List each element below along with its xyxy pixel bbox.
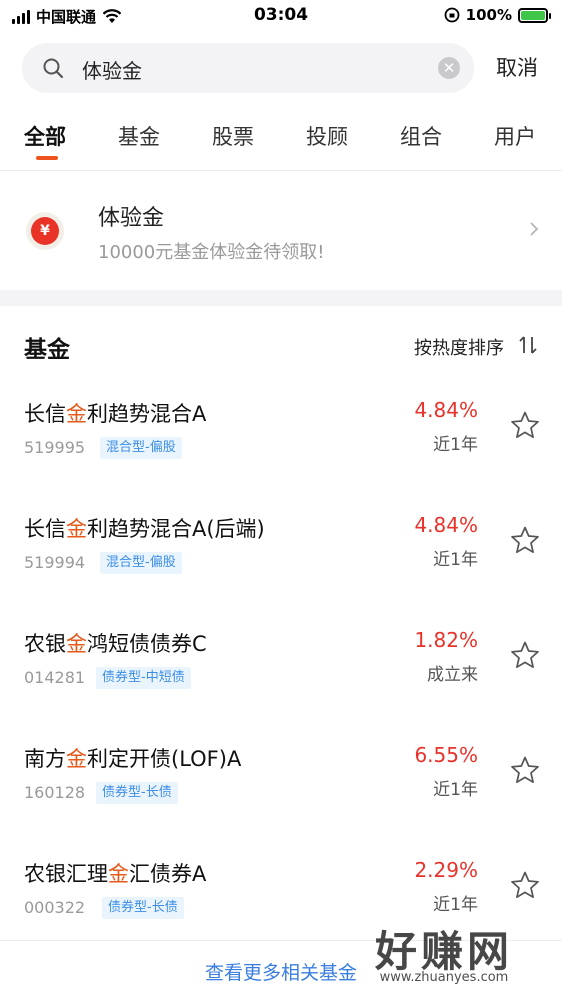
fund-row[interactable]: 南方金利定开债(LOF)A 160128 债券型-长债 6.55% 近1年 [0, 737, 562, 852]
clear-icon[interactable]: ✕ [438, 57, 460, 79]
star-icon[interactable] [510, 870, 540, 900]
fund-name: 农银金鸿短债债券C [24, 632, 207, 656]
fund-name: 农银汇理金汇债券A [24, 862, 207, 886]
fund-row[interactable]: 农银金鸿短债债券C 014281 债券型-中短债 1.82% 成立来 [0, 622, 562, 737]
tabs-divider [0, 170, 562, 171]
star-icon[interactable] [510, 640, 540, 670]
return-period: 近1年 [433, 780, 478, 800]
search-icon [43, 58, 64, 79]
fund-code: 519994 [24, 553, 86, 572]
tab-stocks[interactable]: 股票 [212, 121, 254, 151]
star-icon[interactable] [510, 755, 540, 785]
fund-return: 4.84% [414, 398, 478, 422]
return-period: 近1年 [433, 550, 478, 570]
status-right: 100% [444, 6, 551, 24]
orientation-lock-icon [444, 7, 460, 23]
watermark-url: www.zhuanyes.com [379, 970, 509, 985]
promo-card[interactable]: ¥ 体验金 10000元基金体验金待领取! [0, 172, 562, 290]
return-period: 近1年 [433, 895, 478, 915]
tab-funds[interactable]: 基金 [118, 121, 160, 151]
promo-subtitle: 10000元基金体验金待领取! [98, 242, 325, 263]
fund-return: 1.82% [414, 628, 478, 652]
fund-code: 014281 [24, 668, 86, 687]
fund-name: 长信金利趋势混合A [24, 402, 207, 426]
section-title: 基金 [24, 337, 70, 363]
promo-title: 体验金 [98, 206, 165, 231]
fund-return: 6.55% [414, 743, 478, 767]
fund-type-tag: 债券型-长债 [96, 782, 178, 804]
star-icon[interactable] [510, 410, 540, 440]
fund-name: 南方金利定开债(LOF)A [24, 747, 242, 771]
chevron-right-icon [530, 222, 539, 236]
sort-button[interactable]: 按热度排序 [414, 334, 504, 360]
sort-icon[interactable] [518, 334, 538, 356]
search-query[interactable]: 体验金 [82, 55, 142, 84]
return-period: 成立来 [427, 665, 478, 685]
search-input[interactable]: 体验金 ✕ [22, 43, 474, 93]
fund-return: 2.29% [414, 858, 478, 882]
active-tab-indicator [36, 156, 58, 160]
status-bar: 中国联通 03:04 100% [0, 0, 562, 32]
tab-users[interactable]: 用户 [494, 121, 536, 151]
watermark: 好赚网 www.zhuanyes.com [344, 918, 544, 990]
coin-icon: ¥ [26, 212, 64, 250]
fund-code: 000322 [24, 898, 86, 917]
return-period: 近1年 [433, 435, 478, 455]
tab-all[interactable]: 全部 [24, 121, 66, 151]
fund-return: 4.84% [414, 513, 478, 537]
fund-code: 519995 [24, 438, 86, 457]
section-separator [0, 290, 562, 306]
tab-advisory[interactable]: 投顾 [306, 121, 348, 151]
fund-type-tag: 混合型-偏股 [100, 552, 182, 574]
cancel-button[interactable]: 取消 [496, 52, 538, 82]
fund-row[interactable]: 长信金利趋势混合A(后端) 519994 混合型-偏股 4.84% 近1年 [0, 507, 562, 622]
category-tabs: 全部 基金 股票 投顾 组合 用户 [0, 115, 562, 169]
fund-section-header: 基金 按热度排序 [0, 318, 562, 374]
battery-icon [518, 7, 551, 23]
fund-type-tag: 债券型-中短债 [96, 667, 191, 689]
battery-percent: 100% [465, 6, 512, 24]
fund-code: 160128 [24, 783, 86, 802]
fund-type-tag: 债券型-长债 [102, 897, 184, 919]
fund-type-tag: 混合型-偏股 [100, 437, 182, 459]
star-icon[interactable] [510, 525, 540, 555]
search-row: 体验金 ✕ 取消 [0, 38, 562, 98]
tab-portfolios[interactable]: 组合 [400, 121, 442, 151]
fund-row[interactable]: 长信金利趋势混合A 519995 混合型-偏股 4.84% 近1年 [0, 392, 562, 507]
fund-name: 长信金利趋势混合A(后端) [24, 517, 265, 541]
